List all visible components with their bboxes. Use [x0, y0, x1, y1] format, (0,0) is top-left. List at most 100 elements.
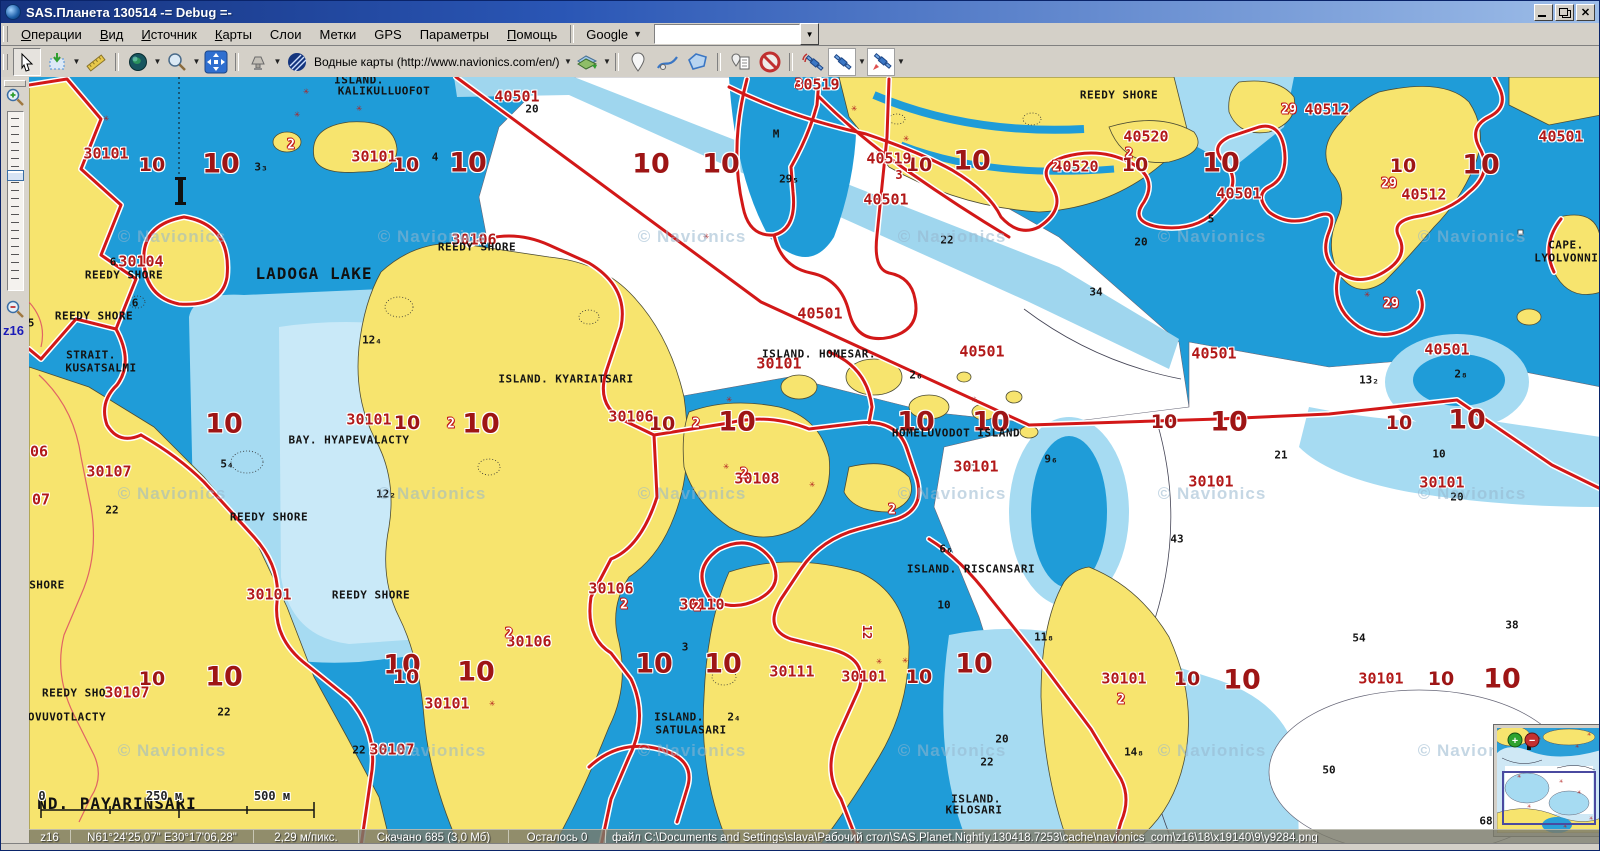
- pan-cursor-tool[interactable]: [13, 48, 41, 76]
- navionics-watermark: © Navionics: [1158, 484, 1267, 504]
- chart-number: 30101: [424, 697, 469, 712]
- maps-globe-tool[interactable]: [124, 48, 152, 76]
- minimize-button[interactable]: [1534, 4, 1553, 21]
- svg-text:+: +: [1512, 736, 1518, 747]
- depth-badge: 2: [620, 599, 628, 612]
- zoom-slider-handle[interactable]: [7, 170, 24, 181]
- menubar-grip[interactable]: [3, 26, 8, 42]
- view-3d-tool[interactable]: [244, 48, 272, 76]
- chart-number: 30104: [118, 255, 163, 270]
- add-path-tool[interactable]: [654, 48, 682, 76]
- navionics-watermark: © Navionics: [898, 484, 1007, 504]
- close-button[interactable]: ✕: [1576, 4, 1595, 21]
- forbidden-icon: [758, 50, 782, 74]
- chart-number: 12: [861, 625, 873, 639]
- gps-track-dropdown[interactable]: ▼: [857, 49, 866, 75]
- title-bar: SAS.Планета 130514 -= Debug =- ✕: [1, 1, 1599, 23]
- layers-tool[interactable]: [573, 48, 601, 76]
- fullscreen-tool[interactable]: [202, 48, 230, 76]
- placemark-icon: [627, 51, 649, 73]
- sounding: 21: [1274, 450, 1287, 461]
- chart-number: 3: [895, 169, 902, 181]
- navionics-source-label: Водные карты (http://www.navionics.com/e…: [314, 55, 559, 69]
- menu-item-параметры[interactable]: Параметры: [411, 25, 498, 44]
- add-polygon-tool[interactable]: [684, 48, 712, 76]
- sounding: 2₆: [909, 370, 922, 381]
- menu-item-помощь[interactable]: Помощь: [498, 25, 566, 44]
- selection-tool[interactable]: [43, 48, 71, 76]
- navionics-watermark: © Navionics: [378, 484, 487, 504]
- menu-item-gps[interactable]: GPS: [365, 25, 410, 44]
- navionics-watermark: © Navionics: [1418, 227, 1527, 247]
- hide-layers-tool[interactable]: [756, 48, 784, 76]
- depth-area-label: 10: [1223, 665, 1261, 696]
- chart-number: 30101: [1101, 672, 1146, 687]
- menu-item-источник[interactable]: Источник: [132, 25, 206, 44]
- menu-item-вид[interactable]: Вид: [91, 25, 133, 44]
- menu-separator: [570, 25, 574, 43]
- menu-item-метки[interactable]: Метки: [311, 25, 366, 44]
- sounding: 68: [1479, 816, 1492, 827]
- cursor-icon: [17, 52, 37, 72]
- gps-goto-dropdown[interactable]: ▼: [896, 49, 905, 75]
- sounding: 38: [1505, 620, 1518, 631]
- depth-badge: 2: [692, 418, 700, 431]
- chart-number: 40501: [863, 193, 908, 208]
- rock-icon: ✳: [902, 656, 908, 666]
- path-icon: [656, 51, 680, 73]
- placemark-manager-tool[interactable]: [726, 48, 754, 76]
- navionics-source-icon[interactable]: [283, 48, 311, 76]
- ruler-tool[interactable]: [82, 48, 110, 76]
- gps-goto-tool[interactable]: [867, 48, 895, 76]
- view-3d-dropdown[interactable]: ▼: [273, 49, 282, 75]
- menu-bar: ОперацииВидИсточникКартыСлоиМеткиGPSПара…: [1, 23, 1599, 46]
- zoom-in-button[interactable]: [5, 87, 25, 107]
- depth-area-label: 10: [632, 149, 670, 180]
- search-dropdown-button[interactable]: ▼: [800, 23, 819, 45]
- sounding: 3: [682, 642, 689, 653]
- depth-area-label: 10: [702, 149, 740, 180]
- chart-number: 30106: [608, 410, 653, 425]
- place-name: REEDY SHORE: [230, 512, 308, 523]
- place-name: KELOSARI: [946, 805, 1003, 816]
- sounding: 2₄: [727, 712, 740, 723]
- restore-button[interactable]: [1555, 4, 1574, 21]
- layers-dropdown[interactable]: ▼: [602, 49, 611, 75]
- sounding: 12₄: [362, 335, 382, 346]
- gps-track-tool[interactable]: [828, 48, 856, 76]
- zoom-out-button[interactable]: [5, 299, 25, 319]
- depth-badge: 29: [1281, 104, 1297, 117]
- ruler-icon: [85, 51, 107, 73]
- sounding: M: [773, 129, 780, 140]
- google-source-menu[interactable]: Google▼: [578, 25, 650, 44]
- depth-area-label: 10: [955, 649, 993, 680]
- navionics-dropdown[interactable]: ▼: [563, 49, 572, 75]
- toolbar-grip[interactable]: [3, 54, 8, 70]
- place-name: ISLAND.: [654, 712, 704, 723]
- navionics-watermark: © Navionics: [378, 741, 487, 761]
- overview-minimap[interactable]: ✳✳✳ ✳✳✳ ✳✳✳ + −: [1494, 725, 1600, 836]
- navionics-watermark: © Navionics: [638, 227, 747, 247]
- depth-badge: 2: [740, 468, 748, 481]
- add-placemark-tool[interactable]: [624, 48, 652, 76]
- navionics-watermark: © Navionics: [1418, 484, 1527, 504]
- menu-item-слои[interactable]: Слои: [261, 25, 311, 44]
- zoom-tool[interactable]: [163, 48, 191, 76]
- menu-item-операции[interactable]: Операции: [12, 25, 91, 44]
- sounding: 6: [110, 257, 117, 268]
- rock-icon: ✳: [303, 87, 309, 97]
- sounding: 3₃: [254, 162, 267, 173]
- zoom-dropdown[interactable]: ▼: [192, 49, 201, 75]
- sidebar-grip[interactable]: [4, 80, 26, 87]
- globe-dropdown[interactable]: ▼: [153, 49, 162, 75]
- search-input[interactable]: [654, 24, 800, 44]
- place-name: ISLAND. RISCANSARI: [907, 564, 1035, 575]
- gps-connect-tool[interactable]: [798, 48, 826, 76]
- menu-item-карты[interactable]: Карты: [206, 25, 261, 44]
- depth-area-label: 10: [704, 649, 742, 680]
- zoom-slider[interactable]: [7, 111, 24, 291]
- navionics-watermark: © Navionics: [1158, 741, 1267, 761]
- map-canvas[interactable]: 1010101010101010101010101010101010101010…: [29, 77, 1600, 846]
- chart-number: 40520: [1123, 130, 1168, 145]
- selection-dropdown[interactable]: ▼: [72, 49, 81, 75]
